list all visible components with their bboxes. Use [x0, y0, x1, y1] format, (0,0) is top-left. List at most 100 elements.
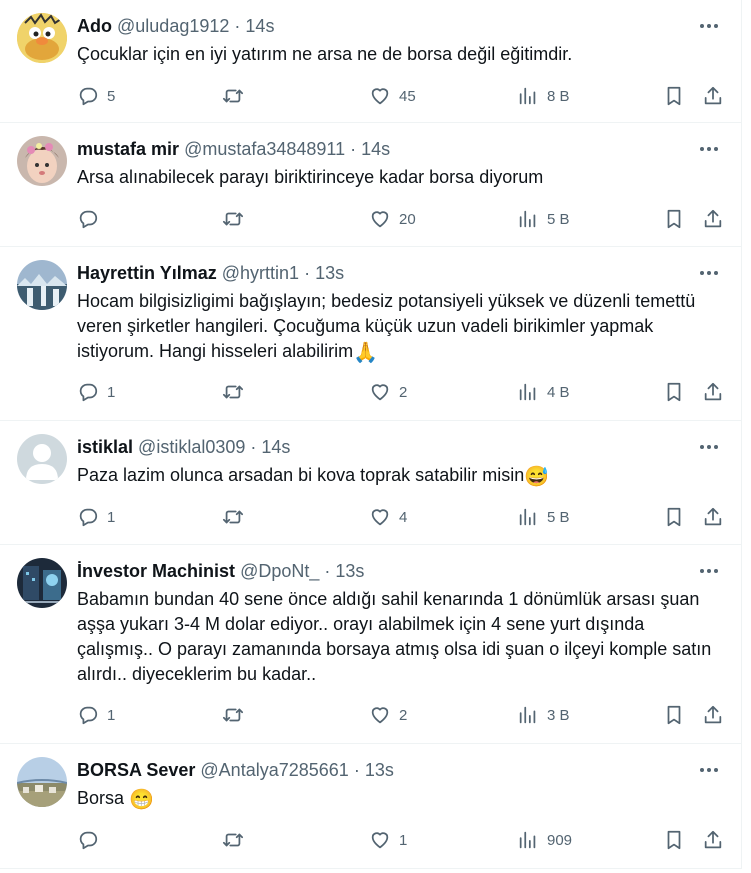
retweet-button[interactable]: [222, 81, 252, 111]
author-handle[interactable]: @istiklal0309: [138, 437, 245, 457]
separator-dot: ·: [324, 561, 331, 581]
more-icon[interactable]: [697, 437, 721, 457]
tweet-time[interactable]: 14s: [245, 16, 274, 36]
author-handle[interactable]: @uludag1912: [117, 16, 229, 36]
reply-button[interactable]: 1: [77, 377, 115, 407]
share-icon: [704, 86, 722, 105]
more-icon[interactable]: [697, 760, 721, 780]
share-button[interactable]: [702, 700, 724, 730]
author-handle[interactable]: @hyrttin1: [222, 263, 299, 283]
more-icon[interactable]: [697, 139, 721, 159]
tweet-text: Arsa alınabilecek parayı biriktirinceye …: [77, 165, 717, 190]
tweet[interactable]: İnvestor Machinist @DpoNt_ · 13s Babamın…: [0, 545, 741, 744]
views-button[interactable]: 8 B: [517, 81, 570, 111]
bookmark-button[interactable]: [663, 825, 685, 855]
avatar[interactable]: [17, 757, 67, 807]
avatar[interactable]: [17, 434, 67, 484]
tweet[interactable]: Ado @uludag1912 · 14s Çocuklar için en i…: [0, 0, 741, 123]
reply-button[interactable]: 1: [77, 700, 115, 730]
tweet-actions: 1 909: [77, 825, 737, 855]
bookmark-button[interactable]: [663, 502, 685, 532]
bookmark-button[interactable]: [663, 377, 685, 407]
tweet-header: Hayrettin Yılmaz @hyrttin1 · 13s: [77, 262, 344, 284]
author-name[interactable]: İnvestor Machinist: [77, 561, 235, 581]
share-button[interactable]: [702, 81, 724, 111]
reply-icon: [79, 383, 98, 402]
tweet-actions: 1 2 4 B: [77, 377, 737, 407]
heart-icon: [371, 384, 389, 401]
views-count: 5 B: [547, 508, 570, 526]
reply-button[interactable]: 1: [77, 502, 115, 532]
reply-button[interactable]: [77, 204, 107, 234]
heart-icon: [371, 509, 389, 526]
views-button[interactable]: 3 B: [517, 700, 570, 730]
author-name[interactable]: mustafa mir: [77, 139, 179, 159]
retweet-button[interactable]: [222, 377, 252, 407]
tweet[interactable]: BORSA Sever @Antalya7285661 · 13s Borsa …: [0, 744, 741, 869]
avatar[interactable]: [17, 558, 67, 608]
views-button[interactable]: 5 B: [517, 204, 570, 234]
tweet-actions: 1 2 3 B: [77, 700, 737, 730]
avatar[interactable]: [17, 13, 67, 63]
more-icon[interactable]: [697, 16, 721, 36]
views-button[interactable]: 4 B: [517, 377, 570, 407]
retweet-icon: [222, 89, 244, 103]
views-count: 5 B: [547, 210, 570, 228]
views-count: 4 B: [547, 383, 570, 401]
author-name[interactable]: Hayrettin Yılmaz: [77, 263, 217, 283]
tweet-time[interactable]: 13s: [335, 561, 364, 581]
author-name[interactable]: BORSA Sever: [77, 760, 195, 780]
tweet-time[interactable]: 13s: [365, 760, 394, 780]
tweet-time[interactable]: 13s: [315, 263, 344, 283]
views-button[interactable]: 909: [517, 825, 572, 855]
views-icon: [519, 383, 536, 401]
tweet-header: BORSA Sever @Antalya7285661 · 13s: [77, 759, 394, 781]
bookmark-icon: [667, 209, 681, 229]
share-button[interactable]: [702, 825, 724, 855]
views-icon: [519, 210, 536, 228]
like-button[interactable]: 1: [369, 825, 407, 855]
retweet-button[interactable]: [222, 700, 252, 730]
share-button[interactable]: [702, 377, 724, 407]
like-button[interactable]: 4: [369, 502, 407, 532]
reply-button[interactable]: 5: [77, 81, 115, 111]
author-handle[interactable]: @DpoNt_: [240, 561, 319, 581]
views-button[interactable]: 5 B: [517, 502, 570, 532]
like-button[interactable]: 20: [369, 204, 416, 234]
share-button[interactable]: [702, 204, 724, 234]
author-handle[interactable]: @mustafa34848911: [184, 139, 345, 159]
like-count: 2: [399, 383, 408, 401]
reply-button[interactable]: [77, 825, 107, 855]
tweet[interactable]: istiklal @istiklal0309 · 14s Paza lazim …: [0, 421, 741, 545]
bookmark-button[interactable]: [663, 700, 685, 730]
tweet-time[interactable]: 14s: [361, 139, 390, 159]
bookmark-icon: [667, 382, 681, 402]
share-icon: [704, 382, 722, 401]
like-button[interactable]: 2: [369, 377, 407, 407]
author-name[interactable]: istiklal: [77, 437, 133, 457]
like-count: 2: [399, 706, 408, 724]
tweet-text: Babamın bundan 40 sene önce aldığı sahil…: [77, 587, 717, 687]
tweet-time[interactable]: 14s: [261, 437, 290, 457]
like-button[interactable]: 2: [369, 700, 407, 730]
share-button[interactable]: [702, 502, 724, 532]
like-count: 1: [399, 831, 408, 849]
retweet-icon: [222, 212, 244, 226]
reply-count: 1: [107, 383, 116, 401]
avatar[interactable]: [17, 260, 67, 310]
retweet-icon: [222, 510, 244, 524]
tweet[interactable]: mustafa mir @mustafa34848911 · 14s Arsa …: [0, 123, 741, 247]
bookmark-icon: [667, 705, 681, 725]
author-handle[interactable]: @Antalya7285661: [200, 760, 348, 780]
retweet-button[interactable]: [222, 502, 252, 532]
author-name[interactable]: Ado: [77, 16, 112, 36]
bookmark-button[interactable]: [663, 81, 685, 111]
like-button[interactable]: 45: [369, 81, 416, 111]
retweet-button[interactable]: [222, 825, 252, 855]
avatar[interactable]: [17, 136, 67, 186]
retweet-button[interactable]: [222, 204, 252, 234]
more-icon[interactable]: [697, 561, 721, 581]
tweet[interactable]: Hayrettin Yılmaz @hyrttin1 · 13s Hocam b…: [0, 247, 741, 421]
more-icon[interactable]: [697, 263, 721, 283]
bookmark-button[interactable]: [663, 204, 685, 234]
